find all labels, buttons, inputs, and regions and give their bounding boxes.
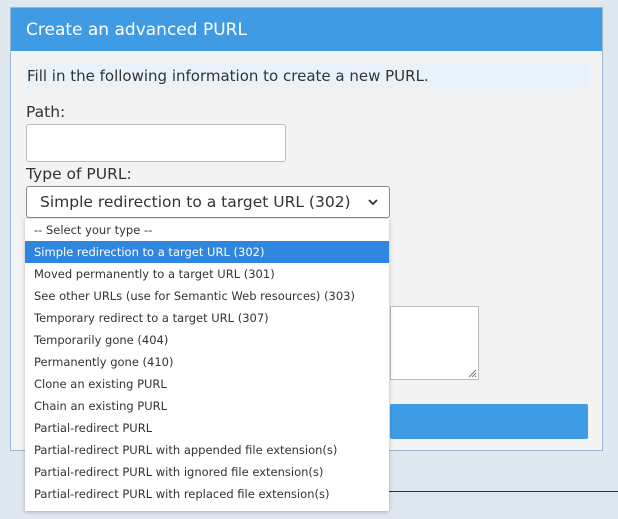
info-message: Fill in the following information to cre…: [26, 64, 589, 88]
dropdown-option[interactable]: Partial-redirect PURL with appended file…: [25, 439, 389, 461]
dropdown-option[interactable]: Chain an existing PURL: [25, 395, 389, 417]
dropdown-option[interactable]: See other URLs (use for Semantic Web res…: [25, 285, 389, 307]
dropdown-option[interactable]: Permanently gone (410): [25, 351, 389, 373]
dropdown-option[interactable]: Partial-redirect PURL: [25, 417, 389, 439]
panel-title: Create an advanced PURL: [11, 8, 602, 51]
purl-type-dropdown-list[interactable]: -- Select your type -- Simple redirection…: [25, 219, 389, 511]
dropdown-option[interactable]: Temporary redirect to a target URL (307): [25, 307, 389, 329]
path-input[interactable]: [26, 124, 286, 162]
dropdown-option[interactable]: Moved permanently to a target URL (301): [25, 263, 389, 285]
dropdown-option[interactable]: Partial-redirect PURL with ignored file …: [25, 461, 389, 483]
dropdown-option[interactable]: Clone an existing PURL: [25, 373, 389, 395]
divider: [388, 491, 618, 492]
dropdown-option[interactable]: Partial-redirect PURL with replaced file…: [25, 483, 389, 505]
path-label: Path:: [26, 103, 66, 121]
resize-grip-icon[interactable]: [467, 368, 477, 378]
chevron-down-icon: [368, 199, 378, 206]
submit-button[interactable]: [390, 404, 588, 439]
dropdown-option[interactable]: Temporarily gone (404): [25, 329, 389, 351]
dropdown-option-placeholder[interactable]: -- Select your type --: [25, 219, 389, 241]
dropdown-option[interactable]: Simple redirection to a target URL (302): [25, 241, 389, 263]
description-textarea[interactable]: [390, 306, 479, 380]
type-label: Type of PURL:: [26, 165, 132, 183]
purl-type-selected-value: Simple redirection to a target URL (302): [40, 193, 351, 211]
purl-type-select[interactable]: Simple redirection to a target URL (302): [26, 186, 390, 218]
